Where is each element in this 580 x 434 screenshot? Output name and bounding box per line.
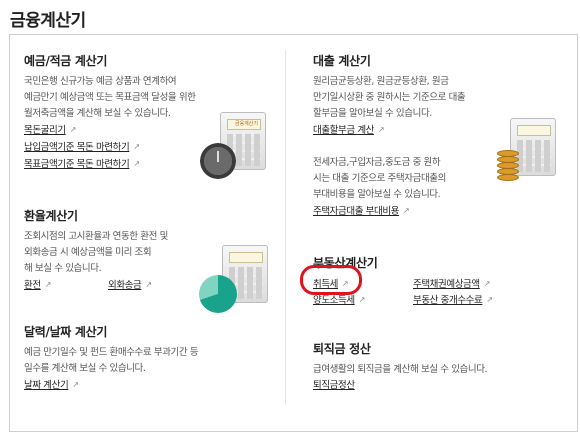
desc-line: 예금 만기일수 및 펀드 환매수수료 부과기간 등	[24, 347, 199, 358]
column-divider	[285, 50, 286, 405]
external-link-icon: ↗	[72, 380, 79, 389]
link-brokerage-fee[interactable]: 부동산 중개수수료	[413, 295, 483, 306]
date-section: 달력/날짜 계산기 예금 만기일수 및 펀드 환매수수료 부과기간 등 일수를 …	[24, 323, 279, 394]
coins-icon	[497, 150, 519, 182]
external-link-icon: ↗	[145, 280, 152, 289]
desc-line: 부대비용을 알아보실 수 있습니다.	[313, 189, 441, 200]
link-target-based[interactable]: 목표금액기준 목돈 마련하기	[24, 159, 130, 170]
link-housing-bond[interactable]: 주택채권예상금액	[413, 279, 480, 290]
link-remittance[interactable]: 외화송금	[108, 280, 142, 291]
link-exchange[interactable]: 환전	[24, 280, 41, 291]
link-lump-sum[interactable]: 목돈굴리기	[24, 125, 66, 136]
external-link-icon: ↗	[378, 125, 385, 134]
desc-line: 조회시점의 고시환율과 연동한 환전 및	[24, 231, 168, 242]
desc-line: 예금만기 예상금액 또는 목표금액 달성을 위한	[24, 92, 196, 103]
desc-line: 급여생활의 퇴직금을 계산해 보실 수 있습니다.	[313, 364, 488, 375]
loan-title: 대출 계산기	[313, 54, 371, 68]
link-date-calculator[interactable]: 날짜 계산기	[24, 380, 69, 391]
exchange-title: 환율계산기	[24, 209, 78, 223]
link-capital-gains-tax[interactable]: 양도소득세	[313, 295, 355, 306]
red-highlight-circle	[300, 265, 362, 295]
desc-line: 원리금균등상환, 원금균등상환, 원금	[313, 76, 449, 87]
external-link-icon: ↗	[44, 280, 52, 289]
external-link-icon: ↗	[486, 295, 493, 304]
severance-section: 퇴직금 정산 급여생활의 퇴직금을 계산해 보실 수 있습니다. 퇴직금정산	[313, 340, 563, 394]
severance-title: 퇴직금 정산	[313, 342, 371, 356]
external-link-icon: ↗	[69, 125, 77, 134]
link-housing-loan-costs[interactable]: 주택자금대출 부대비용	[313, 206, 399, 217]
external-link-icon: ↗	[133, 142, 140, 151]
clock-icon	[200, 143, 236, 179]
desc-line: 일수를 계산해 보실 수 있습니다.	[24, 363, 146, 374]
calc-screen-text: 금융계산기	[234, 121, 258, 127]
external-link-icon: ↗	[133, 159, 140, 168]
pie-chart-icon	[199, 275, 237, 313]
savings-title: 예금/적금 계산기	[24, 54, 108, 68]
desc-line: 국민은행 신규가능 예금 상품과 연계하여	[24, 76, 177, 87]
external-link-icon: ↗	[483, 279, 491, 288]
external-link-icon: ↗	[403, 206, 410, 215]
external-link-icon: ↗	[358, 295, 366, 304]
link-loan-installment[interactable]: 대출할부금 계산	[313, 125, 374, 136]
link-severance-calc[interactable]: 퇴직금정산	[313, 380, 355, 391]
page-title: 금융계산기	[10, 11, 86, 31]
date-title: 달력/날짜 계산기	[24, 325, 108, 339]
link-payment-based[interactable]: 납입금액기준 목돈 마련하기	[24, 142, 130, 153]
desc-line: 만기일시상환 중 원하시는 기준으로 대출	[313, 92, 466, 103]
